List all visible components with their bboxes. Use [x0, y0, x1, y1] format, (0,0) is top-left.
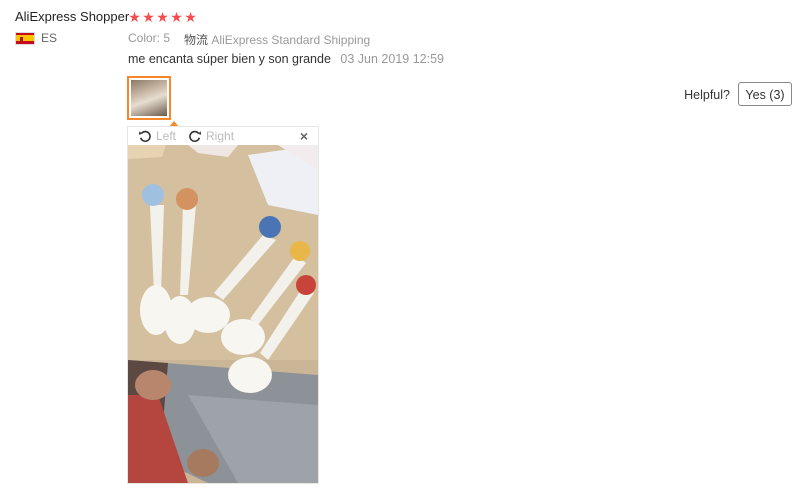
rotate-right-icon — [189, 130, 202, 142]
country-code: ES — [41, 31, 58, 45]
color-value: 5 — [163, 31, 171, 45]
review-photo — [128, 145, 318, 483]
rotate-left-label: Left — [156, 129, 177, 143]
viewer-toolbar: Left Right × — [128, 127, 318, 145]
color-label: Color: — [128, 31, 161, 45]
comment-text: me encanta súper bien y son grande — [128, 52, 331, 66]
reviewer-country: ES — [15, 31, 57, 45]
rating-stars: ★ ★ ★ ★ ★ — [128, 9, 197, 25]
rotate-right-label: Right — [206, 129, 235, 143]
helpful-yes-button[interactable]: Yes (3) — [738, 82, 792, 106]
star-icon: ★ — [142, 9, 155, 25]
reviewer-name: AliExpress Shopper — [15, 9, 130, 24]
review-date: 03 Jun 2019 12:59 — [340, 52, 444, 66]
helpful-label: Helpful? — [684, 88, 730, 102]
rotate-left-button[interactable]: Left — [128, 129, 176, 143]
color-info: Color: 5 — [128, 31, 170, 48]
star-icon: ★ — [184, 9, 197, 25]
shipping-label: 物流 — [184, 33, 209, 47]
star-icon: ★ — [156, 9, 169, 25]
review-photo-image — [128, 145, 318, 483]
star-icon: ★ — [170, 9, 183, 25]
rotate-right-button[interactable]: Right — [176, 129, 234, 143]
shipping-value: AliExpress Standard Shipping — [211, 33, 371, 47]
shipping-info: 物流 AliExpress Standard Shipping — [184, 31, 370, 48]
review-meta: Color: 5 物流 AliExpress Standard Shipping — [128, 31, 370, 48]
review-photo-thumbnail[interactable] — [127, 76, 171, 120]
close-icon[interactable]: × — [300, 128, 308, 144]
spain-flag-icon — [15, 31, 35, 45]
review-comment: me encanta súper bien y son grande 03 Ju… — [128, 52, 444, 66]
star-icon: ★ — [128, 9, 141, 25]
rotate-left-icon — [138, 130, 151, 142]
thumbnail-image — [131, 80, 167, 116]
photo-viewer: Left Right × — [127, 126, 319, 484]
